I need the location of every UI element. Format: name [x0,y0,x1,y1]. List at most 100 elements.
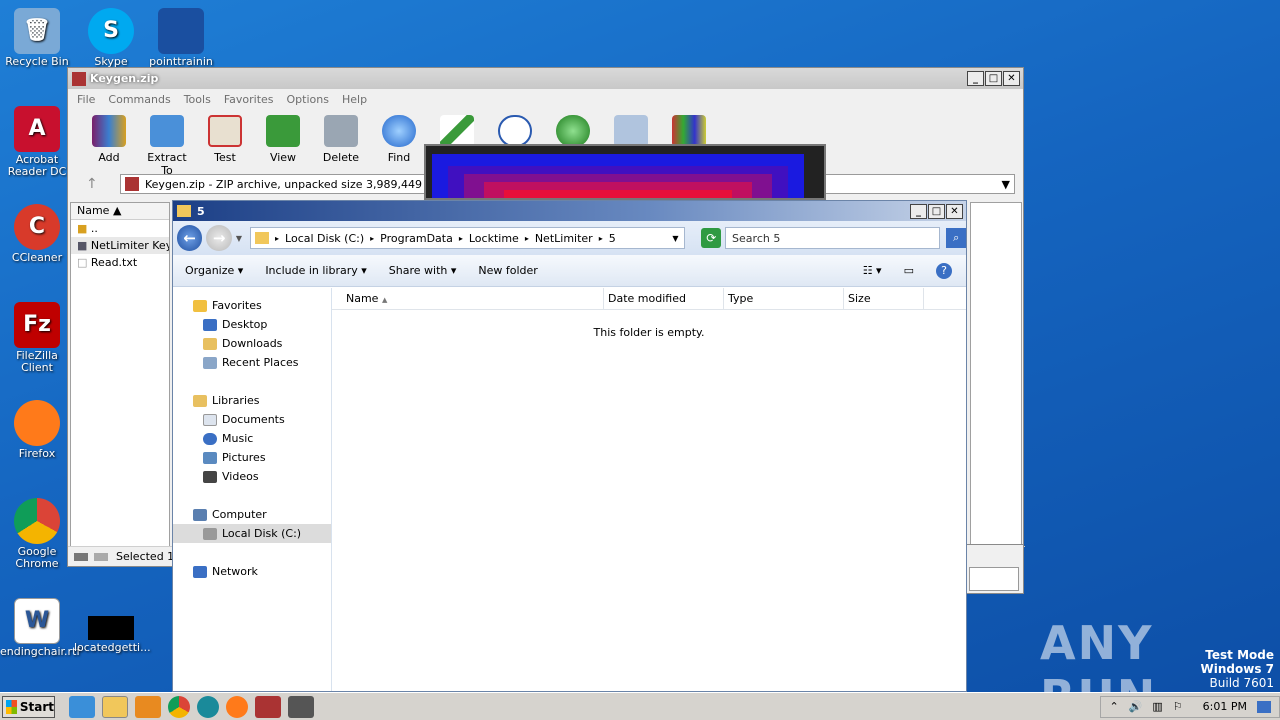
view-button[interactable]: View [256,109,310,165]
chevron-down-icon[interactable]: ▼ [1002,178,1010,191]
nav-recent-places[interactable]: Recent Places [173,353,331,372]
up-arrow-icon[interactable]: ↑ [86,176,98,192]
column-type[interactable]: Type [724,288,844,309]
nav-downloads[interactable]: Downloads [173,334,331,353]
nav-documents[interactable]: Documents [173,410,331,429]
menu-commands[interactable]: Commands [108,93,170,106]
preview-pane-icon[interactable]: ▭ [904,264,914,277]
nav-libraries[interactable]: Libraries [173,391,331,410]
recent-pages-chevron-icon[interactable]: ▼ [236,234,242,243]
chrome-taskbar-icon[interactable] [168,695,190,718]
nav-favorites[interactable]: Favorites [173,296,331,315]
clock[interactable]: 6:01 PM [1203,700,1247,713]
delete-button[interactable]: Delete [314,109,368,165]
breadcrumb-sep[interactable]: ▸ [459,234,463,243]
breadcrumb-sep[interactable]: ▸ [525,234,529,243]
nav-network[interactable]: Network [173,562,331,581]
desktop-icon-endingchair[interactable]: W endingchair.rtf [0,598,80,658]
extract-to-button[interactable]: Extract To [140,109,194,177]
share-label: Share with [388,264,448,277]
organize-button[interactable]: Organize ▾ [185,264,243,277]
add-button[interactable]: Add [82,109,136,165]
breadcrumb-sep[interactable]: ▸ [370,234,374,243]
list-item[interactable]: ■ NetLimiter Keyg [71,237,169,254]
menu-tools[interactable]: Tools [184,93,211,106]
include-in-library-button[interactable]: Include in library ▾ [265,264,366,277]
firefox-taskbar-icon[interactable] [226,695,248,718]
column-size[interactable]: Size [844,288,924,309]
share-with-button[interactable]: Share with ▾ [389,264,457,277]
help-icon[interactable]: ? [936,262,952,279]
desktop-icon-label: FileZilla Client [16,349,58,374]
list-item[interactable]: □ Read.txt [71,254,169,271]
view-options-icon[interactable]: ☷ ▾ [863,264,882,277]
nav-desktop[interactable]: Desktop [173,315,331,334]
close-button[interactable]: ✕ [1003,71,1020,86]
desktop-icon-filezilla[interactable]: Fz FileZilla Client [0,302,74,374]
menu-options[interactable]: Options [287,93,329,106]
explorer-taskbar-icon[interactable] [102,695,128,718]
maximize-button[interactable]: □ [985,71,1002,86]
desktop-icon-firefox[interactable]: Firefox [0,400,74,460]
desktop-icon-acrobat[interactable]: A Acrobat Reader DC [0,106,74,178]
column-name-header[interactable]: Name ▲ [71,203,169,220]
start-button[interactable]: Start [2,695,55,718]
minimize-button[interactable]: _ [910,203,927,219]
desktop-icon-skype[interactable]: S Skype [74,8,148,68]
keygen-window[interactable] [424,144,826,200]
breadcrumb-5[interactable]: 5 [609,232,616,245]
new-folder-button[interactable]: New folder [478,264,537,277]
list-item[interactable]: ■ .. [71,220,169,237]
forward-button[interactable]: → [206,225,232,251]
nav-label: Network [212,565,258,578]
volume-icon[interactable]: 🔊 [1129,700,1143,713]
show-desktop-icon[interactable] [1257,700,1271,713]
menu-favorites[interactable]: Favorites [224,93,274,106]
address-breadcrumb[interactable]: ▸ Local Disk (C:) ▸ ProgramData ▸ Lockti… [250,227,686,249]
desktop-icon-locatedgetti[interactable]: locatedgetti... [74,598,151,654]
chevron-down-icon[interactable]: ▼ [672,234,678,243]
column-date-modified[interactable]: Date modified [604,288,724,309]
nav-local-disk[interactable]: Local Disk (C:) [173,524,331,543]
minimize-button[interactable]: _ [967,71,984,86]
breadcrumb-locktime[interactable]: Locktime [469,232,519,245]
menu-file[interactable]: File [77,93,95,106]
desktop-icon-recycle-bin[interactable]: 🗑 Recycle Bin [0,8,74,68]
desktop-icon-pointtrainin[interactable]: pointtrainin [144,8,218,68]
maximize-button[interactable]: □ [928,203,945,219]
explorer-titlebar[interactable]: 5 _ □ ✕ [173,201,966,221]
network-tray-icon[interactable]: ▥ [1152,700,1162,713]
nav-pictures[interactable]: Pictures [173,448,331,467]
keygen-taskbar-icon[interactable] [288,695,314,718]
test-button[interactable]: Test [198,109,252,165]
back-button[interactable]: ← [177,225,203,251]
breadcrumb-programdata[interactable]: ProgramData [380,232,453,245]
winrar-taskbar-icon[interactable] [255,695,281,718]
desktop-icon-chrome[interactable]: Google Chrome [0,498,74,570]
search-icon[interactable]: ⌕ [946,228,966,248]
refresh-button[interactable]: ⟳ [701,228,722,248]
frame-inner [969,567,1019,591]
close-button[interactable]: ✕ [946,203,963,219]
action-center-flag-icon[interactable]: ⚐ [1173,700,1183,713]
column-name[interactable]: Name ▲ [332,288,604,309]
ie-taskbar-icon[interactable] [69,695,95,718]
menu-help[interactable]: Help [342,93,367,106]
edge-taskbar-icon[interactable] [197,695,219,718]
breadcrumb-sep[interactable]: ▸ [599,234,603,243]
nav-label: Computer [212,508,267,521]
find-button[interactable]: Find [372,109,426,165]
breadcrumb-sep[interactable]: ▸ [275,234,279,243]
nav-music[interactable]: Music [173,429,331,448]
breadcrumb-netlimiter[interactable]: NetLimiter [535,232,593,245]
search-input[interactable]: Search 5 [725,227,941,249]
recent-places-icon [203,356,217,369]
breadcrumb-local-disk[interactable]: Local Disk (C:) [285,232,364,245]
tray-expand-icon[interactable]: ⌃ [1109,700,1118,713]
nav-videos[interactable]: Videos [173,467,331,486]
desktop-icon-ccleaner[interactable]: C CCleaner [0,204,74,264]
nav-computer[interactable]: Computer [173,505,331,524]
media-player-taskbar-icon[interactable] [135,695,161,718]
winrar-titlebar[interactable]: Keygen.zip _ □ ✕ [68,68,1023,89]
clipboard-icon [208,115,242,147]
